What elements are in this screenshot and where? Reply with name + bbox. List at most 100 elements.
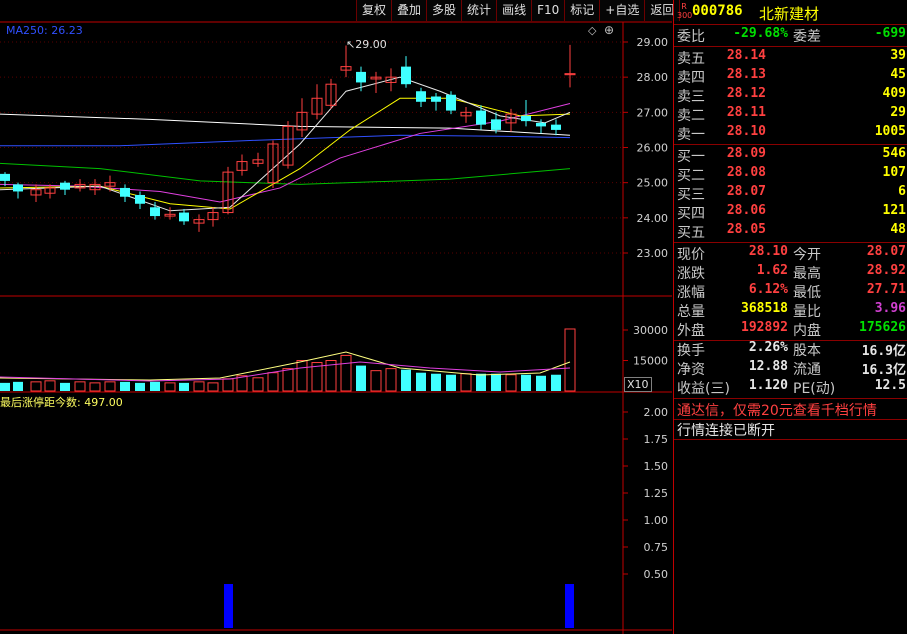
sell-volume: 39 [890,48,906,63]
volume-bar [222,378,234,392]
buy-volume: 48 [890,222,906,237]
volume-bar [135,382,145,391]
price-tick-label: 25.00 [637,177,669,190]
buy-label: 买一 [677,149,705,165]
stat-value: 175626 [859,320,906,335]
chart-toolbar: 复权 叠加 多股 统计 画线 F10 标记 +自选 返回 [356,0,681,22]
multi-stock-button[interactable]: 多股 [426,0,463,21]
sell-row[interactable]: 卖五 28.14 39 [674,48,907,68]
market-badge: R 300 [677,2,693,20]
sell-label: 卖五 [677,51,705,67]
buy-volume: 546 [882,146,906,161]
stat-label: 最低 [793,285,821,301]
stats-button[interactable]: 统计 [461,0,498,21]
ma250-line [0,134,571,147]
candle-body [431,96,441,102]
mark-button[interactable]: 标记 [564,0,601,21]
indicator-tick-label: 1.25 [644,487,669,500]
volume-bar [179,382,189,391]
add-watchlist-button[interactable]: +自选 [599,0,646,21]
fund-row: 收益(三) 1.120 PE(动) 12.5 [674,378,907,398]
indicator-label: 最后涨停距今数: 497.00 [0,396,123,409]
candle-body [446,94,456,111]
indicator-tick-label: 1.00 [644,514,669,527]
price-tick-label: 26.00 [637,142,669,155]
volume-bar [370,370,382,392]
price-tick-label: 27.00 [637,106,669,119]
stat-row: 总量 368518 量比 3.96 [674,301,907,321]
volume-unit-label: X10 [624,377,652,392]
stat-value: 6.12% [748,282,788,297]
volume-bar [120,381,130,391]
candle-body [13,184,23,192]
price-tick-label: 24.00 [637,212,669,225]
connection-status: 行情连接已断开 [677,423,775,439]
badge-bottom: 300 [677,11,693,20]
buy-row[interactable]: 买一 28.09 546 [674,146,907,166]
overlay-button[interactable]: 叠加 [391,0,428,21]
price-tick-label: 28.00 [637,71,669,84]
buy-row[interactable]: 买四 28.06 121 [674,203,907,223]
volume-bar [60,382,70,391]
buy-row[interactable]: 买三 28.07 6 [674,184,907,204]
sell-price: 28.13 [726,67,766,82]
candle-body [521,115,531,122]
stat-value: 28.10 [748,244,788,259]
diamond-icon[interactable]: ◇ [588,24,596,37]
stat-label: 涨跌 [677,266,705,282]
upgrade-notice-link[interactable]: 通达信，仅需20元查看千档行情 [677,400,877,420]
sell-label: 卖四 [677,70,705,86]
candle-body [60,182,70,190]
fund-row: 净资 12.88 流通 16.3亿 [674,359,907,379]
buy-price: 28.07 [726,184,766,199]
circle-plus-icon[interactable]: ⊕ [604,23,614,37]
candle-body [476,110,486,125]
buy-row[interactable]: 买五 28.05 48 [674,222,907,242]
weicha-label: 委差 [793,29,821,45]
high-price-value: 29.00 [355,38,387,51]
volume-bar [446,374,456,391]
badge-top: R [681,2,687,11]
sell-volume: 29 [890,105,906,120]
kline-chart[interactable]: 29.00 28.00 27.00 26.00 25.00 24.00 23.00 3000… [0,0,672,634]
fund-label: 换手 [677,343,705,359]
volume-bar [340,354,352,392]
buy-volume: 121 [882,203,906,218]
volume-tick-label: 15000 [633,355,668,368]
fund-value: 12.5 [874,378,906,393]
sell-row[interactable]: 卖三 28.12 409 [674,86,907,106]
stock-code: 000786 [692,3,743,19]
draw-line-button[interactable]: 画线 [496,0,533,21]
sell-price: 28.14 [726,48,766,63]
limit-up-bar [565,584,574,628]
sell-row[interactable]: 卖二 28.11 29 [674,105,907,125]
buy-row[interactable]: 买二 28.08 107 [674,165,907,185]
volume-bar [164,382,176,392]
f10-button[interactable]: F10 [531,0,566,21]
volume-bar [150,381,160,391]
stat-value: 28.07 [866,244,906,259]
volume-bar [74,381,86,392]
buy-price: 28.08 [726,165,766,180]
stat-label: 涨幅 [677,285,705,301]
volume-bar [282,368,294,392]
volume-bar [564,328,576,392]
indicator-tick-label: 1.75 [644,433,669,446]
indicator-tick-label: 2.00 [644,406,669,419]
candle-body [401,66,411,85]
stat-value: 28.92 [866,263,906,278]
sell-row[interactable]: 卖四 28.13 45 [674,67,907,87]
volume-bar [193,381,205,392]
stat-label: 最高 [793,266,821,282]
sell-label: 卖一 [677,127,705,143]
buy-label: 买五 [677,225,705,241]
stat-label: 总量 [677,304,705,320]
fund-label: 收益(三) [677,381,730,397]
candle-body [491,119,501,130]
volume-bar [521,374,531,391]
fuquan-button[interactable]: 复权 [356,0,393,21]
sell-price: 28.11 [726,105,766,120]
volume-bar [89,382,101,392]
volume-bar [252,377,264,392]
sell-row[interactable]: 卖一 28.10 1005 [674,124,907,144]
